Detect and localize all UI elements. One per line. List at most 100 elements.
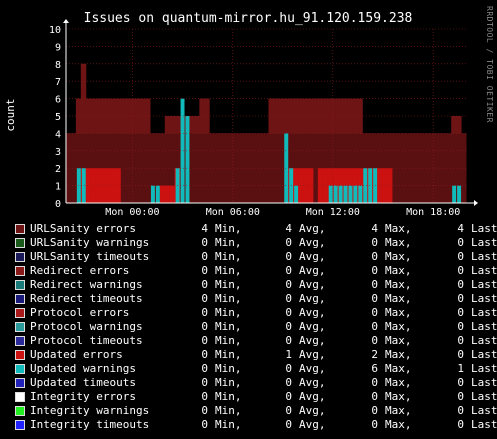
legend-avg-unit: Avg, <box>299 418 326 431</box>
legend-last-unit: Last <box>471 320 497 333</box>
legend-avg-unit: Avg, <box>299 320 326 333</box>
legend-max-value: 0 <box>371 236 378 249</box>
x-tick-label: Mon 18:00 <box>406 207 460 218</box>
legend-avg-unit: Avg, <box>299 404 326 417</box>
y-axis-arrow <box>63 19 69 23</box>
y-tick-label: 1 <box>55 182 61 193</box>
legend-max-value: 0 <box>371 306 378 319</box>
legend-label: Protocol timeouts <box>30 334 143 347</box>
legend-last-value: 0 <box>457 320 464 333</box>
legend-row: URLSanity timeouts 0 Min, 0 Avg, 0 Max, 0 Last <box>0 250 497 264</box>
legend-max-value: 2 <box>371 348 378 361</box>
y-axis-label: count <box>4 98 17 131</box>
x-tick-label: Mon 06:00 <box>206 207 260 218</box>
legend-label: Integrity errors <box>30 390 136 403</box>
legend-max-unit: Max, <box>385 362 412 375</box>
legend-swatch <box>15 308 25 318</box>
bar-updated-warnings <box>358 185 363 203</box>
legend-last-value: 1 <box>457 362 464 375</box>
legend-max-value: 0 <box>371 292 378 305</box>
legend-max-value: 0 <box>371 418 378 431</box>
legend-avg-value: 0 <box>285 264 292 277</box>
legend-min-value: 0 <box>201 404 208 417</box>
legend-last-unit: Last <box>471 348 497 361</box>
legend-min-value: 0 <box>201 348 208 361</box>
bar-updated-warnings <box>284 133 289 203</box>
y-tick-label: 4 <box>55 129 61 140</box>
legend-min-value: 0 <box>201 236 208 249</box>
legend-row: Updated timeouts 0 Min, 0 Avg, 0 Max, 0 Last <box>0 376 497 390</box>
legend-last-unit: Last <box>471 418 497 431</box>
legend-label: Integrity timeouts <box>30 418 150 431</box>
legend-avg-unit: Avg, <box>299 264 326 277</box>
legend-max-value: 0 <box>371 320 378 333</box>
legend-swatch <box>15 280 25 290</box>
legend-label: Updated warnings <box>30 362 136 375</box>
legend-min-unit: Min, <box>215 362 242 375</box>
legend-min-value: 4 <box>201 222 208 235</box>
legend-last-value: 0 <box>457 376 464 389</box>
legend-min-unit: Min, <box>215 390 242 403</box>
legend-last-unit: Last <box>471 222 497 235</box>
plot-area: 0 1 2 3 4 5 6 7 8 9 10 Mon 00:00 Mon 06:00 Mon 12:00 M… <box>49 19 478 218</box>
legend-min-unit: Min, <box>215 222 242 235</box>
legend-max-unit: Max, <box>385 222 412 235</box>
legend-last-unit: Last <box>471 362 497 375</box>
legend-max-value: 0 <box>371 376 378 389</box>
legend-swatch <box>15 364 25 374</box>
legend-row: Redirect warnings 0 Min, 0 Avg, 0 Max, 0 Last <box>0 278 497 292</box>
legend-min-unit: Min, <box>215 236 242 249</box>
x-tick-label: Mon 12:00 <box>306 207 360 218</box>
legend-max-unit: Max, <box>385 306 412 319</box>
legend-avg-unit: Avg, <box>299 376 326 389</box>
legend-avg-value: 0 <box>285 404 292 417</box>
legend-max-value: 0 <box>371 390 378 403</box>
legend-min-unit: Min, <box>215 250 242 263</box>
legend-swatch <box>15 294 25 304</box>
legend-max-value: 0 <box>371 264 378 277</box>
legend-min-value: 0 <box>201 390 208 403</box>
bar-updated-errors <box>159 185 166 203</box>
legend-label: Redirect timeouts <box>30 292 143 305</box>
legend-swatch <box>15 378 25 388</box>
legend-min-unit: Min, <box>215 278 242 291</box>
legend-min-value: 0 <box>201 250 208 263</box>
bar-updated-warnings <box>368 168 373 203</box>
legend-label: Updated timeouts <box>30 376 136 389</box>
legend-max-unit: Max, <box>385 250 412 263</box>
legend-last-value: 4 <box>457 222 464 235</box>
legend-last-unit: Last <box>471 306 497 319</box>
legend-last-unit: Last <box>471 390 497 403</box>
bar-updated-warnings <box>353 185 358 203</box>
legend-max-unit: Max, <box>385 278 412 291</box>
legend-swatch <box>15 336 25 346</box>
legend-label: Integrity warnings <box>30 404 150 417</box>
legend-last-value: 0 <box>457 292 464 305</box>
legend-avg-value: 0 <box>285 278 292 291</box>
legend-max-unit: Max, <box>385 418 412 431</box>
legend-last-value: 0 <box>457 306 464 319</box>
legend-avg-value: 0 <box>285 236 292 249</box>
legend-avg-value: 0 <box>285 292 292 305</box>
y-tick-label: 3 <box>55 147 61 158</box>
bar-updated-errors <box>164 185 171 203</box>
legend-max-unit: Max, <box>385 348 412 361</box>
bar-updated-warnings <box>348 185 353 203</box>
legend-avg-value: 0 <box>285 390 292 403</box>
legend-last-unit: Last <box>471 376 497 389</box>
legend-avg-value: 4 <box>285 222 292 235</box>
legend-last-value: 0 <box>457 404 464 417</box>
legend-last-value: 0 <box>457 250 464 263</box>
legend-max-unit: Max, <box>385 264 412 277</box>
bar-updated-warnings <box>333 185 338 203</box>
legend-label: Protocol errors <box>30 306 130 319</box>
legend-last-value: 0 <box>457 334 464 347</box>
legend-last-value: 0 <box>457 264 464 277</box>
legend-min-value: 0 <box>201 264 208 277</box>
legend-max-unit: Max, <box>385 390 412 403</box>
legend-label: URLSanity warnings <box>30 236 150 249</box>
legend-swatch <box>15 406 25 416</box>
legend-label: Protocol warnings <box>30 320 143 333</box>
y-tick-label: 0 <box>55 199 61 210</box>
watermark: RRDTOOL / TOBI OETIKER <box>485 6 494 123</box>
